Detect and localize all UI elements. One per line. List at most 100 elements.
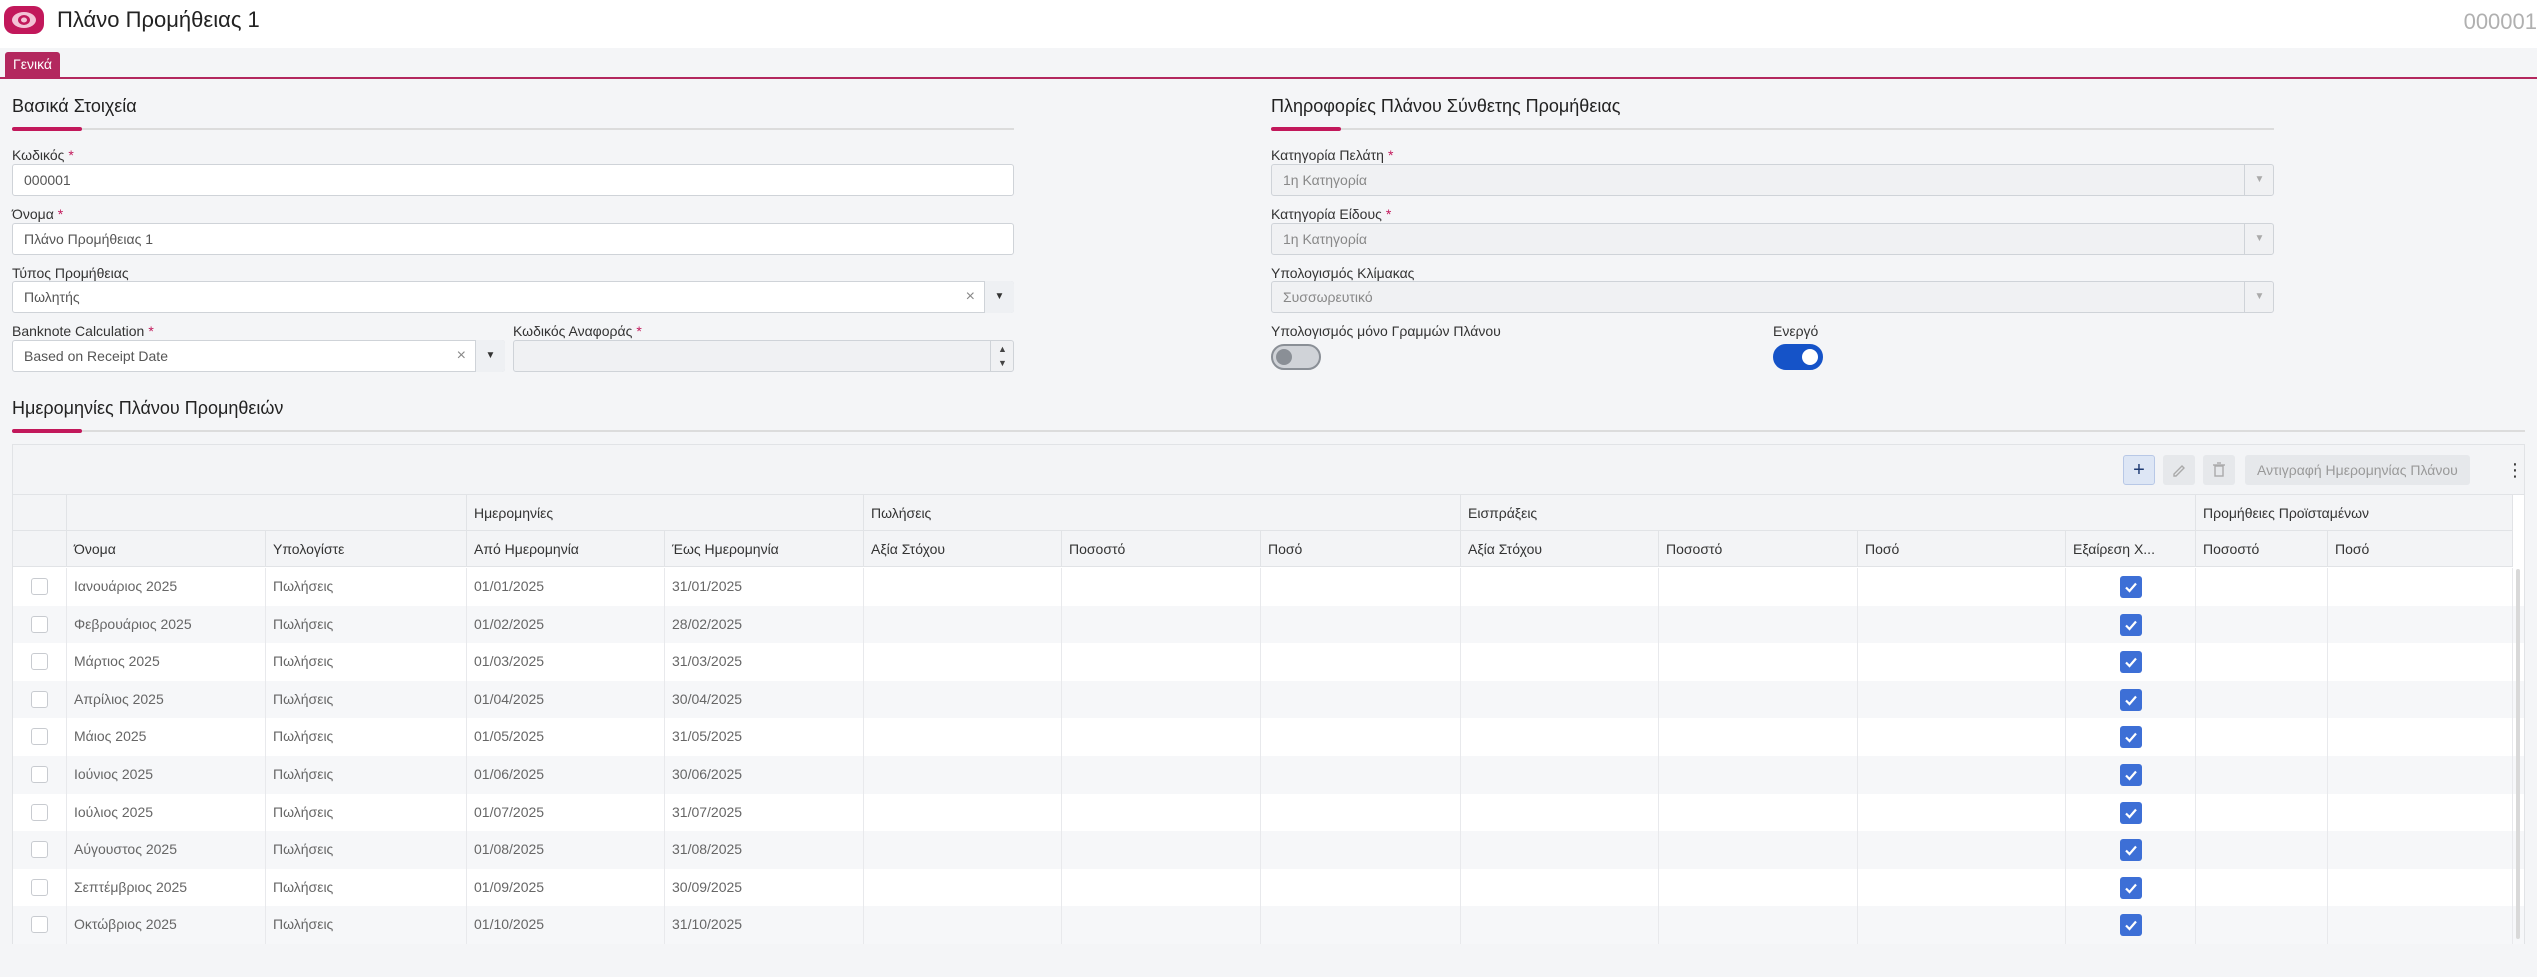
- cell-supervisor-amount[interactable]: [2328, 605, 2513, 644]
- column-header-supervisor-percent[interactable]: Ποσοστό: [2196, 531, 2328, 567]
- cell-calc[interactable]: Πωλήσεις: [266, 793, 467, 832]
- trash-icon[interactable]: [2203, 455, 2235, 485]
- cell-sales-amount[interactable]: [1261, 568, 1461, 606]
- table-row[interactable]: Απρίλιος 2025 Πωλήσεις 01/04/2025 30/04/202…: [13, 680, 2524, 719]
- cell-supervisor-percent[interactable]: [2196, 793, 2328, 832]
- more-vertical-icon[interactable]: ⋮: [2505, 455, 2525, 485]
- cell-collections-amount[interactable]: [1858, 831, 2066, 869]
- checked-checkbox-icon[interactable]: [2120, 613, 2142, 636]
- cell-exclude[interactable]: [2066, 793, 2196, 832]
- cell-sales-target[interactable]: [864, 868, 1062, 907]
- cell-supervisor-percent[interactable]: [2196, 680, 2328, 719]
- table-row[interactable]: Ιανουάριος 2025 Πωλήσεις 01/01/2025 31/01/2…: [13, 568, 2524, 606]
- cell-calc[interactable]: Πωλήσεις: [266, 756, 467, 794]
- cell-name[interactable]: Ιούνιος 2025: [67, 756, 266, 794]
- chevron-down-icon[interactable]: ▼: [2244, 223, 2274, 255]
- cell-calc[interactable]: Πωλήσεις: [266, 868, 467, 907]
- cell-name[interactable]: Απρίλιος 2025: [67, 680, 266, 719]
- cell-name[interactable]: Μάιος 2025: [67, 718, 266, 756]
- cell-calc[interactable]: Πωλήσεις: [266, 568, 467, 606]
- cell-to[interactable]: 31/03/2025: [665, 643, 864, 681]
- cell-collections-target[interactable]: [1461, 643, 1659, 681]
- cell-collections-target[interactable]: [1461, 605, 1659, 644]
- cell-sales-target[interactable]: [864, 756, 1062, 794]
- stepper-icon[interactable]: ▲ ▼: [990, 340, 1014, 372]
- cell-supervisor-amount[interactable]: [2328, 643, 2513, 681]
- cell-supervisor-percent[interactable]: [2196, 756, 2328, 794]
- pencil-icon[interactable]: [2163, 455, 2195, 485]
- cell-collections-target[interactable]: [1461, 868, 1659, 907]
- name-field[interactable]: Πλάνο Προμήθειας 1: [12, 223, 1014, 255]
- cell-name[interactable]: Σεπτέμβριος 2025: [67, 868, 266, 907]
- table-row[interactable]: Μάιος 2025 Πωλήσεις 01/05/2025 31/05/2025: [13, 718, 2524, 756]
- cell-collections-target[interactable]: [1461, 793, 1659, 832]
- table-row[interactable]: Αύγουστος 2025 Πωλήσεις 01/08/2025 31/08/20…: [13, 831, 2524, 869]
- cell-from[interactable]: 01/06/2025: [467, 756, 665, 794]
- table-row[interactable]: Μάρτιος 2025 Πωλήσεις 01/03/2025 31/03/2025: [13, 643, 2524, 681]
- cell-to[interactable]: 31/07/2025: [665, 793, 864, 832]
- cell-from[interactable]: 01/08/2025: [467, 831, 665, 869]
- cell-sales-target[interactable]: [864, 906, 1062, 944]
- cell-sales-amount[interactable]: [1261, 718, 1461, 756]
- column-header-exclude[interactable]: Εξαίρεση Χ...: [2066, 531, 2196, 567]
- cell-calc[interactable]: Πωλήσεις: [266, 680, 467, 719]
- cell-exclude[interactable]: [2066, 568, 2196, 606]
- clear-icon[interactable]: ×: [966, 282, 975, 312]
- cell-name[interactable]: Οκτώβριος 2025: [67, 906, 266, 944]
- cell-sales-percent[interactable]: [1062, 568, 1261, 606]
- cell-to[interactable]: 31/05/2025: [665, 718, 864, 756]
- cell-name[interactable]: Μάρτιος 2025: [67, 643, 266, 681]
- checked-checkbox-icon[interactable]: [2120, 576, 2142, 598]
- cell-sales-target[interactable]: [864, 793, 1062, 832]
- column-header-supervisor-amount[interactable]: Ποσό: [2328, 531, 2513, 567]
- chevron-down-icon[interactable]: ▼: [2244, 281, 2274, 313]
- cell-supervisor-percent[interactable]: [2196, 718, 2328, 756]
- cell-sales-percent[interactable]: [1062, 868, 1261, 907]
- cell-collections-target[interactable]: [1461, 831, 1659, 869]
- cell-supervisor-amount[interactable]: [2328, 756, 2513, 794]
- row-checkbox[interactable]: [31, 578, 48, 595]
- cell-collections-amount[interactable]: [1858, 868, 2066, 907]
- row-checkbox[interactable]: [31, 615, 48, 633]
- table-row[interactable]: Ιούνιος 2025 Πωλήσεις 01/06/2025 30/06/2025: [13, 756, 2524, 794]
- checked-checkbox-icon[interactable]: [2120, 726, 2142, 749]
- cell-from[interactable]: 01/05/2025: [467, 718, 665, 756]
- cell-calc[interactable]: Πωλήσεις: [266, 718, 467, 756]
- cell-collections-percent[interactable]: [1659, 643, 1858, 681]
- cell-collections-percent[interactable]: [1659, 568, 1858, 606]
- cell-supervisor-percent[interactable]: [2196, 868, 2328, 907]
- customer-category-select[interactable]: 1η Κατηγορία ▼: [1271, 164, 2274, 196]
- cell-collections-percent[interactable]: [1659, 831, 1858, 869]
- cell-sales-percent[interactable]: [1062, 831, 1261, 869]
- cell-collections-target[interactable]: [1461, 680, 1659, 719]
- cell-to[interactable]: 30/04/2025: [665, 680, 864, 719]
- chevron-down-icon[interactable]: ▼: [475, 340, 505, 372]
- cell-collections-percent[interactable]: [1659, 605, 1858, 644]
- table-row[interactable]: Ιούλιος 2025 Πωλήσεις 01/07/2025 31/07/2025: [13, 793, 2524, 832]
- cell-sales-target[interactable]: [864, 718, 1062, 756]
- code-field[interactable]: 000001: [12, 164, 1014, 196]
- cell-exclude[interactable]: [2066, 756, 2196, 794]
- chevron-down-icon[interactable]: ▼: [2244, 164, 2274, 196]
- cell-from[interactable]: 01/04/2025: [467, 680, 665, 719]
- cell-collections-percent[interactable]: [1659, 868, 1858, 907]
- cell-collections-percent[interactable]: [1659, 756, 1858, 794]
- row-checkbox[interactable]: [31, 653, 48, 671]
- cell-name[interactable]: Αύγουστος 2025: [67, 831, 266, 869]
- table-row[interactable]: Σεπτέμβριος 2025 Πωλήσεις 01/09/2025 30/09/…: [13, 868, 2524, 907]
- cell-sales-target[interactable]: [864, 680, 1062, 719]
- cell-supervisor-percent[interactable]: [2196, 831, 2328, 869]
- column-header-collections-amount[interactable]: Ποσό: [1858, 531, 2066, 567]
- cell-sales-amount[interactable]: [1261, 605, 1461, 644]
- cell-collections-target[interactable]: [1461, 718, 1659, 756]
- checked-checkbox-icon[interactable]: [2120, 801, 2142, 824]
- cell-supervisor-percent[interactable]: [2196, 906, 2328, 944]
- column-header-sales-target[interactable]: Αξία Στόχου: [864, 531, 1062, 567]
- cell-sales-target[interactable]: [864, 605, 1062, 644]
- cell-collections-percent[interactable]: [1659, 793, 1858, 832]
- cell-supervisor-amount[interactable]: [2328, 793, 2513, 832]
- cell-supervisor-amount[interactable]: [2328, 868, 2513, 907]
- column-header-name[interactable]: Όνομα: [67, 531, 266, 567]
- add-button[interactable]: +: [2123, 455, 2155, 485]
- cell-supervisor-amount[interactable]: [2328, 680, 2513, 719]
